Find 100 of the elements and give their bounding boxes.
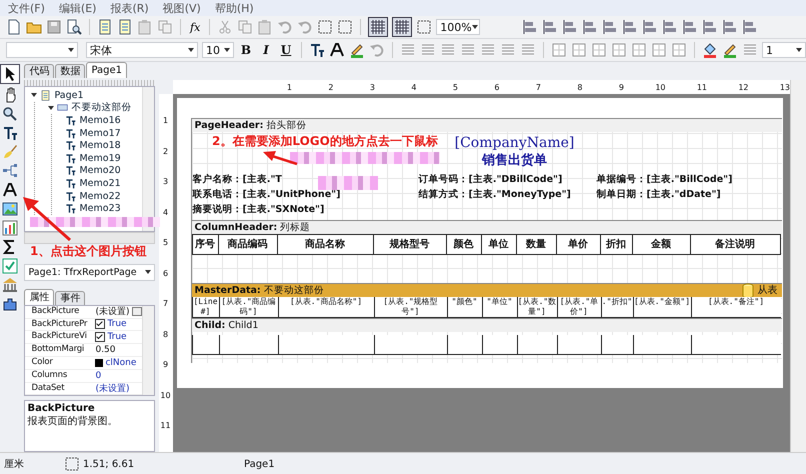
property-checkbox[interactable] [95,319,106,330]
band-label: Child: Child1 [192,318,782,332]
ruler-number: 10 [654,82,666,92]
band-icon [57,102,68,114]
tree-item[interactable]: Memo16 [79,114,121,126]
column-header: 数量 [516,234,556,255]
checkbox-icon[interactable] [2,258,18,274]
text-object-icon [65,128,76,139]
data-cell: ."折扣" [600,297,632,318]
ellipsis-button[interactable] [132,307,142,316]
new-file-icon[interactable] [6,19,22,35]
column-header: 单位 [482,234,516,255]
scrollbar[interactable] [142,306,154,396]
formula-button[interactable]: fx [188,20,202,34]
highlight-icon[interactable] [349,42,365,58]
property-value[interactable]: (未设置) [95,382,130,395]
inspector-tab[interactable]: 属性 [24,288,54,305]
property-checkbox[interactable] [95,332,106,342]
font-size-dropdown[interactable]: 10 [202,42,234,58]
menu-item[interactable]: 帮助(H) [214,0,254,16]
position-icon [64,456,80,472]
property-name: BackPicture [25,306,96,319]
property-value[interactable]: (未设置) [95,305,130,318]
ruler-number: 6 [162,268,168,280]
snap-icon [394,19,410,35]
menu-item[interactable]: 文件(F) [8,0,45,16]
scrollbar[interactable] [142,86,154,231]
letter-icon[interactable] [2,182,18,198]
ruler-number: 11 [696,82,707,92]
ruler-number: 5 [452,82,458,92]
scrollbar[interactable] [790,80,806,452]
text-tool-icon[interactable] [2,125,18,141]
menu-item[interactable]: 报表(R) [110,0,149,16]
designer-tab[interactable]: Page1 [86,62,128,78]
tree-item[interactable]: Page1 [54,90,84,101]
tree-item[interactable]: Memo17 [79,128,121,139]
frame-all-icon[interactable] [631,42,647,58]
grid-icon [370,19,386,35]
column-header: 金额 [632,234,690,255]
tree-item[interactable]: Memo21 [79,178,121,189]
field-label: 订单号码：[主表."DBillCode"] [418,173,562,186]
new-dialog-icon[interactable] [117,19,133,35]
line-color-icon[interactable] [722,42,738,58]
zoom-dropdown[interactable]: 100% [436,19,480,35]
company-name-field: [CompanyName] [454,135,574,151]
property-value[interactable]: clNone [105,358,136,368]
designer-tab[interactable]: 代码 [24,64,54,78]
line-width-dropdown[interactable]: 1 [762,42,806,58]
column-header: 规格型号 [374,234,446,255]
align-left-icon[interactable] [522,19,538,35]
property-value[interactable]: 0.50 [95,345,116,356]
bold-button[interactable]: B [238,43,254,57]
chart-icon[interactable] [2,220,18,236]
bank-icon[interactable] [2,277,18,293]
inspector-tab[interactable]: 事件 [55,290,86,305]
menu-item[interactable]: 编辑(E) [58,0,96,16]
page-icon [40,90,52,101]
picture-icon[interactable] [2,201,18,217]
ruler-number: 8 [162,330,168,341]
tree-item[interactable]: Memo22 [79,190,121,202]
property-value[interactable]: 0 [95,370,102,381]
show-grid-toggle[interactable] [368,17,388,37]
cursor-position: 1.51; 6.61 [83,458,134,470]
snap-grid-toggle[interactable] [392,17,412,37]
zoom-icon[interactable] [2,106,18,122]
data-cell: [从表."备注"] [690,297,780,318]
tree-item[interactable]: Memo18 [79,140,121,152]
tree-icon[interactable] [2,163,18,179]
field-label: 客户名称：[主表."T [192,173,282,186]
property-name: Color [25,356,96,370]
ruler-number: 3 [162,177,168,188]
data-cell: [从表."商品编码"] [218,297,278,318]
pointer-tool[interactable] [0,64,20,84]
menu-item[interactable]: 视图(V) [162,0,201,16]
ruler-number: 3 [368,82,375,92]
expand-toggle[interactable] [31,93,38,98]
text-object-icon [65,114,76,126]
preview-icon[interactable] [66,19,82,35]
fill-color-icon[interactable] [702,42,718,58]
text-object-icon [65,140,76,152]
new-page-icon[interactable] [97,19,113,35]
italic-button[interactable]: I [258,43,274,57]
tree-item[interactable]: Memo19 [79,152,121,164]
tree-item[interactable]: Memo20 [79,165,121,176]
annotation-text: 1、点击这个图片按钮 [30,243,146,260]
ruler-number: 2 [162,146,168,158]
font-color-icon[interactable] [329,42,345,58]
tree-item[interactable]: 不要动这部份 [71,101,132,114]
font-icon[interactable] [309,42,325,58]
property-value[interactable]: True [107,332,127,342]
column-header: 商品编码 [218,234,278,255]
field-label: 摘要说明：[主表."SXNote"] [192,203,324,216]
designer-tab[interactable]: 数据 [55,64,86,78]
object-dropdown[interactable]: Page1: TfrxReportPage [24,264,154,281]
font-dropdown[interactable]: 宋体 [86,42,198,58]
tree-item[interactable]: Memo23 [79,203,121,214]
puzzle-icon[interactable] [2,296,18,312]
property-value[interactable]: True [107,319,127,330]
data-cell: [从表."金额"] [632,297,690,318]
underline-button[interactable]: U [278,43,294,57]
